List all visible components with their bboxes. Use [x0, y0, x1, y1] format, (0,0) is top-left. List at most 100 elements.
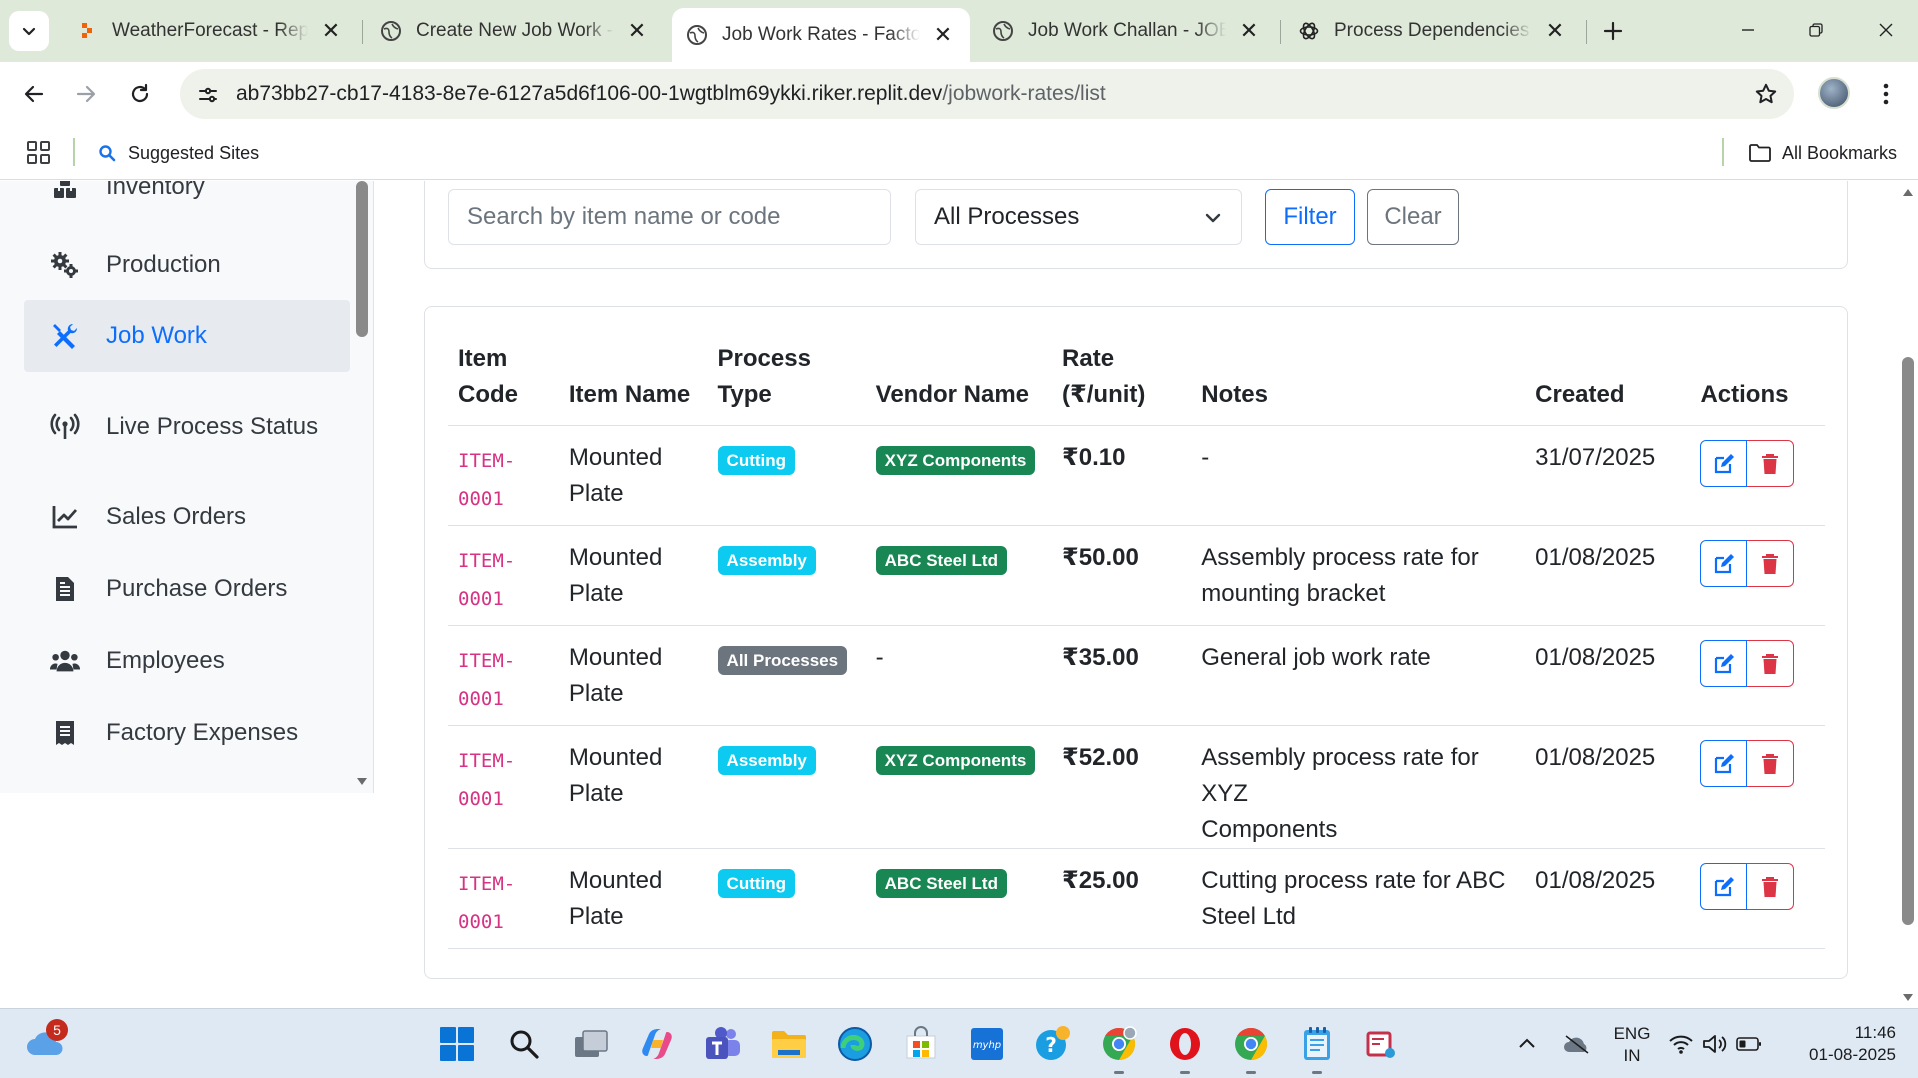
- close-icon[interactable]: ✕: [626, 18, 648, 43]
- edit-button[interactable]: [1700, 440, 1748, 487]
- column-header-notes[interactable]: Notes: [1191, 341, 1526, 426]
- edit-button[interactable]: [1700, 740, 1748, 787]
- filter-button[interactable]: Filter: [1265, 189, 1355, 245]
- show-hidden-icons-button[interactable]: [1506, 1023, 1548, 1065]
- scroll-down-arrow-icon[interactable]: [1902, 991, 1914, 1003]
- reload-button[interactable]: [120, 74, 160, 114]
- close-icon[interactable]: ✕: [320, 18, 342, 43]
- bookmark-separator: [1722, 138, 1724, 166]
- restore-button[interactable]: [1796, 12, 1836, 48]
- browser-tab-process-dependencies[interactable]: Process Dependencies O ✕: [1284, 8, 1582, 54]
- column-header-created[interactable]: Created: [1525, 341, 1691, 426]
- task-view-button[interactable]: [570, 1023, 612, 1065]
- minimize-button[interactable]: [1728, 12, 1768, 48]
- edit-button[interactable]: [1700, 863, 1748, 910]
- new-tab-button[interactable]: [1598, 16, 1628, 46]
- replit-icon: [76, 20, 98, 42]
- sidebar-item-live-process-status[interactable]: Live Process Status: [24, 391, 350, 463]
- teams-app[interactable]: [702, 1023, 744, 1065]
- onedrive-icon: [1564, 1035, 1589, 1054]
- sidebar-item-sales-orders[interactable]: Sales Orders: [24, 481, 350, 553]
- scroll-down-arrow-icon[interactable]: [356, 775, 368, 787]
- delete-button[interactable]: [1747, 740, 1795, 787]
- column-header-process-type[interactable]: Process Type: [707, 341, 866, 426]
- delete-button[interactable]: [1747, 540, 1795, 587]
- close-icon[interactable]: ✕: [932, 22, 954, 47]
- system-clock[interactable]: 11:46 01-08-2025: [1782, 1022, 1896, 1066]
- copilot-app[interactable]: [636, 1023, 678, 1065]
- taskbar-search[interactable]: [503, 1023, 545, 1065]
- column-header-rate[interactable]: Rate (₹/unit): [1052, 341, 1192, 426]
- clear-button[interactable]: Clear: [1367, 189, 1459, 245]
- tab-separator: [1586, 20, 1587, 44]
- bookmark-star-icon[interactable]: [1752, 80, 1780, 108]
- profile-avatar[interactable]: [1818, 77, 1850, 109]
- scroll-up-arrow-icon[interactable]: [1902, 187, 1914, 199]
- close-icon[interactable]: ✕: [1544, 18, 1566, 43]
- edge-app[interactable]: [834, 1023, 876, 1065]
- apps-grid-icon[interactable]: [26, 140, 52, 166]
- bookmark-all-bookmarks[interactable]: All Bookmarks: [1748, 138, 1897, 168]
- opera-app[interactable]: [1164, 1023, 1206, 1065]
- sidebar-scrollbar-thumb[interactable]: [356, 181, 368, 337]
- file-explorer-app[interactable]: [768, 1023, 810, 1065]
- back-button[interactable]: [14, 74, 54, 114]
- address-bar[interactable]: ab73bb27-cb17-4183-8e7e-6127a5d6f106-00-…: [180, 69, 1794, 119]
- sidebar-item-purchase-orders[interactable]: Purchase Orders: [24, 553, 350, 625]
- column-header-vendor-name[interactable]: Vendor Name: [865, 341, 1053, 426]
- sidebar-item-employees[interactable]: Employees: [24, 625, 350, 697]
- search-input[interactable]: [448, 189, 891, 245]
- close-window-button[interactable]: [1866, 12, 1906, 48]
- delete-button[interactable]: [1747, 640, 1795, 687]
- page-scrollbar-thumb[interactable]: [1902, 357, 1914, 925]
- chrome-app[interactable]: [1230, 1023, 1272, 1065]
- forward-button[interactable]: [66, 74, 106, 114]
- site-settings-icon[interactable]: [194, 81, 222, 109]
- browser-tab-job-work-challan[interactable]: Job Work Challan - JOB-2 ✕: [978, 8, 1276, 54]
- browser-tab-job-work-rates[interactable]: Job Work Rates - Factory ✕: [672, 8, 970, 62]
- delete-button[interactable]: [1747, 863, 1795, 910]
- tab-search-button[interactable]: [9, 11, 49, 51]
- table-row: ITEM- 0001 Mounted Plate Assembly XYZ Compone…: [448, 725, 1825, 849]
- chrome-profile-app[interactable]: [1098, 1023, 1140, 1065]
- sidebar-item-factory-expenses[interactable]: Factory Expenses: [24, 697, 350, 769]
- browser-tab-create-job-work[interactable]: Create New Job Work - F ✕: [366, 8, 664, 54]
- item-name-part: Plate: [568, 680, 624, 707]
- wifi-tray[interactable]: [1668, 1023, 1694, 1065]
- close-icon[interactable]: ✕: [1238, 18, 1260, 43]
- rate-value: ₹50.00: [1062, 544, 1139, 571]
- notes-line: mounting bracket: [1201, 580, 1386, 607]
- help-app[interactable]: ?: [1032, 1023, 1074, 1065]
- cell-notes: -: [1191, 425, 1526, 526]
- column-header-item-name[interactable]: Item Name: [558, 341, 708, 426]
- cell-created: 01/08/2025: [1525, 725, 1691, 849]
- bookmark-suggested-sites[interactable]: Suggested Sites: [98, 138, 259, 168]
- edit-button[interactable]: [1700, 640, 1748, 687]
- rate-value: ₹25.00: [1062, 867, 1139, 894]
- browser-menu-button[interactable]: [1874, 78, 1898, 110]
- language-indicator[interactable]: ENG IN: [1612, 1023, 1652, 1067]
- battery-tray[interactable]: [1736, 1023, 1762, 1065]
- windows-taskbar: 5 myhp ? ENG IN 11:46 01-08-2025: [0, 1008, 1918, 1078]
- column-header-item-code[interactable]: Item Code: [448, 341, 559, 426]
- edit-icon: [1714, 653, 1734, 673]
- start-button[interactable]: [436, 1023, 478, 1065]
- tab-title: WeatherForecast - Replit: [112, 20, 308, 41]
- onedrive-tray[interactable]: [1556, 1023, 1598, 1065]
- cell-vendor: ABC Steel Ltd: [865, 525, 1053, 626]
- volume-tray[interactable]: [1702, 1023, 1728, 1065]
- snipping-tool-app[interactable]: [1360, 1023, 1402, 1065]
- sidebar-item-job-work[interactable]: Job Work: [24, 300, 350, 372]
- browser-tab-weatherforecast[interactable]: WeatherForecast - Replit ✕: [62, 8, 358, 54]
- delete-button[interactable]: [1747, 440, 1795, 487]
- created-date: 01/08/2025: [1535, 744, 1656, 771]
- edit-button[interactable]: [1700, 540, 1748, 587]
- store-app[interactable]: [900, 1023, 942, 1065]
- notepad-app[interactable]: [1296, 1023, 1338, 1065]
- row-actions: [1700, 640, 1815, 687]
- myhp-app[interactable]: myhp: [966, 1023, 1008, 1065]
- cell-item-name: Mounted Plate: [558, 625, 708, 726]
- sidebar-item-inventory[interactable]: Inventory: [24, 181, 350, 223]
- process-type-select[interactable]: All Processes: [915, 189, 1242, 245]
- sidebar-item-production[interactable]: Production: [24, 229, 350, 301]
